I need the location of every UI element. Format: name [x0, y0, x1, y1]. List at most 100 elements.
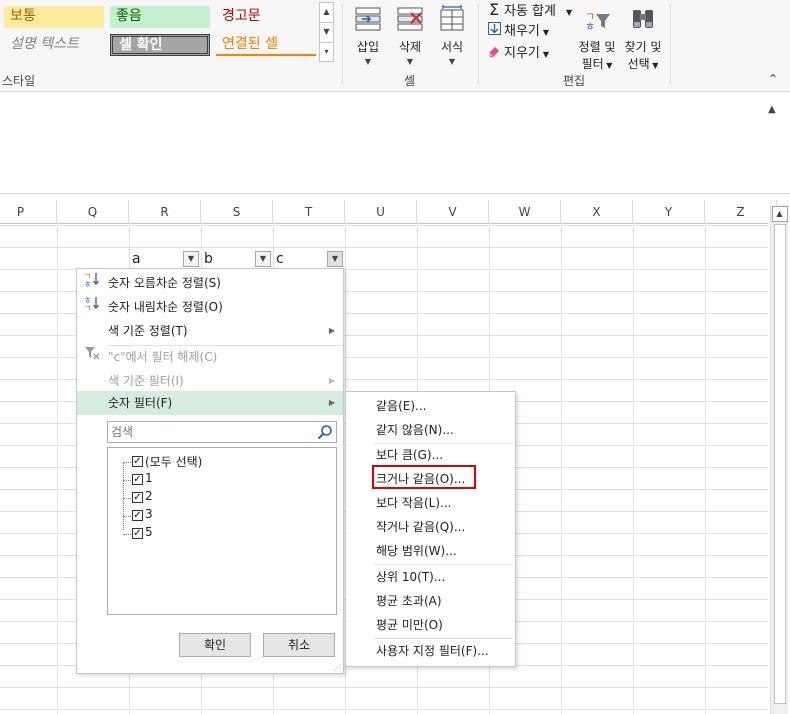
- sort-filter-button[interactable]: ㄱ ㅎ 정렬 및 필터 ▼: [574, 4, 620, 72]
- format-button[interactable]: 서식 ▼: [432, 4, 472, 66]
- search-input[interactable]: [108, 422, 308, 442]
- style-normal[interactable]: 보통: [4, 6, 104, 28]
- insert-label: 삽입: [356, 40, 380, 54]
- autofilter-menu: ㄱㅎ 숫자 오름차순 정렬(S) ㅎㄱ 숫자 내림차순 정렬(O) 색 기준 정…: [76, 268, 344, 674]
- checklist-label: (모두 선택): [145, 455, 203, 469]
- filter-dropdown-a[interactable]: ▼: [183, 251, 199, 267]
- filter-dropdown-b[interactable]: ▼: [255, 251, 271, 267]
- grid-line: [57, 225, 58, 714]
- chevron-down-icon: ▼: [542, 50, 550, 59]
- scroll-up-icon[interactable]: ▲: [771, 206, 788, 222]
- ok-button[interactable]: 확인: [179, 633, 251, 657]
- chevron-down-icon: ▼: [649, 61, 659, 70]
- resize-grip-icon[interactable]: ⋰: [333, 664, 341, 672]
- grid-line: [705, 225, 706, 714]
- style-explanatory[interactable]: 설명 텍스트: [4, 34, 104, 56]
- column-header-r[interactable]: R: [129, 200, 201, 224]
- format-cells-icon: [440, 5, 464, 31]
- select-all-checkbox[interactable]: ✓: [132, 456, 143, 467]
- column-header-w[interactable]: W: [489, 200, 561, 224]
- insert-button[interactable]: 삽입 ▼: [348, 4, 388, 66]
- value-checkbox[interactable]: ✓: [132, 492, 143, 503]
- column-header-y[interactable]: Y: [633, 200, 705, 224]
- number-filters-item[interactable]: 숫자 필터(F) ▶: [77, 391, 343, 415]
- find-select-label-2: 선택: [627, 57, 650, 71]
- column-header-v[interactable]: V: [417, 200, 489, 224]
- find-select-button[interactable]: 찾기 및 선택 ▼: [620, 4, 666, 72]
- filter-dropdown-c[interactable]: ▼: [327, 251, 343, 267]
- chevron-down-icon: ▼: [364, 57, 372, 66]
- style-check-cell[interactable]: 셀 확인: [110, 34, 210, 56]
- grid-line: [561, 225, 562, 714]
- checklist-label: 2: [145, 489, 153, 503]
- column-header-p[interactable]: P: [0, 200, 57, 224]
- grid-line: [0, 225, 768, 226]
- chevron-right-icon: ▶: [328, 398, 335, 407]
- filter-between-item[interactable]: 해당 범위(W)...: [346, 539, 515, 563]
- find-select-label-1: 찾기 및: [624, 40, 662, 54]
- clear-filter-icon: [82, 345, 102, 369]
- filter-less-or-equal-item[interactable]: 작거나 같음(Q)...: [346, 515, 515, 539]
- binoculars-icon: [633, 10, 653, 28]
- autosum-button[interactable]: Σ 자동 합계 ▼: [486, 0, 572, 20]
- fill-button[interactable]: 채우기 ▼: [486, 22, 549, 42]
- delete-cells-icon: [397, 7, 423, 31]
- sort-filter-label-2: 필터: [581, 57, 604, 71]
- style-warning[interactable]: 경고문: [216, 6, 316, 28]
- gallery-up-icon[interactable]: ▲: [320, 3, 333, 23]
- delete-label: 삭제: [398, 40, 422, 54]
- sort-descending-item[interactable]: ㅎㄱ 숫자 내림차순 정렬(O): [77, 295, 343, 319]
- gallery-more-icon[interactable]: ▾: [320, 43, 333, 63]
- sort-by-color-item[interactable]: 색 기준 정렬(T) ▶: [77, 319, 343, 343]
- style-good[interactable]: 좋음: [110, 6, 210, 28]
- clear-filter-label: "c"에서 필터 해제(C): [108, 350, 218, 364]
- value-checkbox[interactable]: ✓: [132, 528, 143, 539]
- vertical-scrollbar[interactable]: ▲: [770, 205, 788, 714]
- chevron-right-icon: ▶: [328, 376, 335, 385]
- column-header-x[interactable]: X: [561, 200, 633, 224]
- chevron-down-icon: ▼: [542, 28, 550, 37]
- grid-line: [0, 247, 768, 248]
- column-header-q[interactable]: Q: [57, 200, 129, 224]
- filter-search-box[interactable]: [107, 421, 337, 443]
- delete-button[interactable]: 삭제 ▼: [390, 4, 430, 66]
- group-divider: [342, 4, 343, 84]
- checklist-label: 1: [145, 471, 153, 485]
- filter-custom-item[interactable]: 사용자 지정 필터(F)...: [346, 639, 515, 663]
- eraser-icon: [486, 44, 502, 64]
- formula-expand-icon[interactable]: ▲: [768, 104, 776, 115]
- filter-top10-item[interactable]: 상위 10(T)...: [346, 565, 515, 589]
- gallery-down-icon[interactable]: ▼: [320, 23, 333, 43]
- column-header-z[interactable]: Z: [705, 200, 777, 224]
- sort-ascending-item[interactable]: ㄱㅎ 숫자 오름차순 정렬(S): [77, 271, 343, 295]
- filter-above-average-item[interactable]: 평균 초과(A): [346, 589, 515, 613]
- cancel-button[interactable]: 취소: [263, 633, 335, 657]
- filter-greater-than-item[interactable]: 보다 큼(G)...: [346, 443, 515, 467]
- autosum-label: 자동 합계: [504, 4, 556, 19]
- grid-line: [0, 687, 768, 688]
- column-header-u[interactable]: U: [345, 200, 417, 224]
- formula-bar-area[interactable]: [0, 92, 790, 194]
- scroll-track[interactable]: [773, 224, 786, 704]
- chevron-down-icon: ▼: [259, 254, 267, 263]
- column-header-t[interactable]: T: [273, 200, 345, 224]
- style-linked-cell[interactable]: 연결된 셀: [216, 34, 316, 56]
- filter-by-color-item[interactable]: 색 기준 필터(I) ▶: [77, 369, 343, 393]
- cells-group-label: 셀: [404, 74, 416, 88]
- sort-filter-label-1: 정렬 및: [578, 40, 616, 54]
- clear-filter-item[interactable]: "c"에서 필터 해제(C): [77, 345, 343, 369]
- filter-by-color-label: 색 기준 필터(I): [108, 374, 184, 388]
- filter-less-than-item[interactable]: 보다 작음(L)...: [346, 491, 515, 515]
- clear-button[interactable]: 지우기 ▼: [486, 44, 549, 64]
- column-header-s[interactable]: S: [201, 200, 273, 224]
- filter-not-equals-item[interactable]: 같지 않음(N)...: [346, 418, 515, 442]
- collapse-ribbon-icon[interactable]: ⌃: [768, 72, 778, 86]
- filter-equals-item[interactable]: 같음(E)...: [346, 394, 515, 418]
- value-checkbox[interactable]: ✓: [132, 510, 143, 521]
- chevron-down-icon: ▼: [331, 254, 339, 263]
- value-checkbox[interactable]: ✓: [132, 474, 143, 485]
- filter-below-average-item[interactable]: 평균 미만(O): [346, 613, 515, 637]
- number-filters-submenu: 같음(E)... 같지 않음(N)... 보다 큼(G)... 크거나 같음(O…: [345, 391, 516, 667]
- insert-cells-icon: [355, 7, 381, 31]
- grid-line: [0, 709, 768, 710]
